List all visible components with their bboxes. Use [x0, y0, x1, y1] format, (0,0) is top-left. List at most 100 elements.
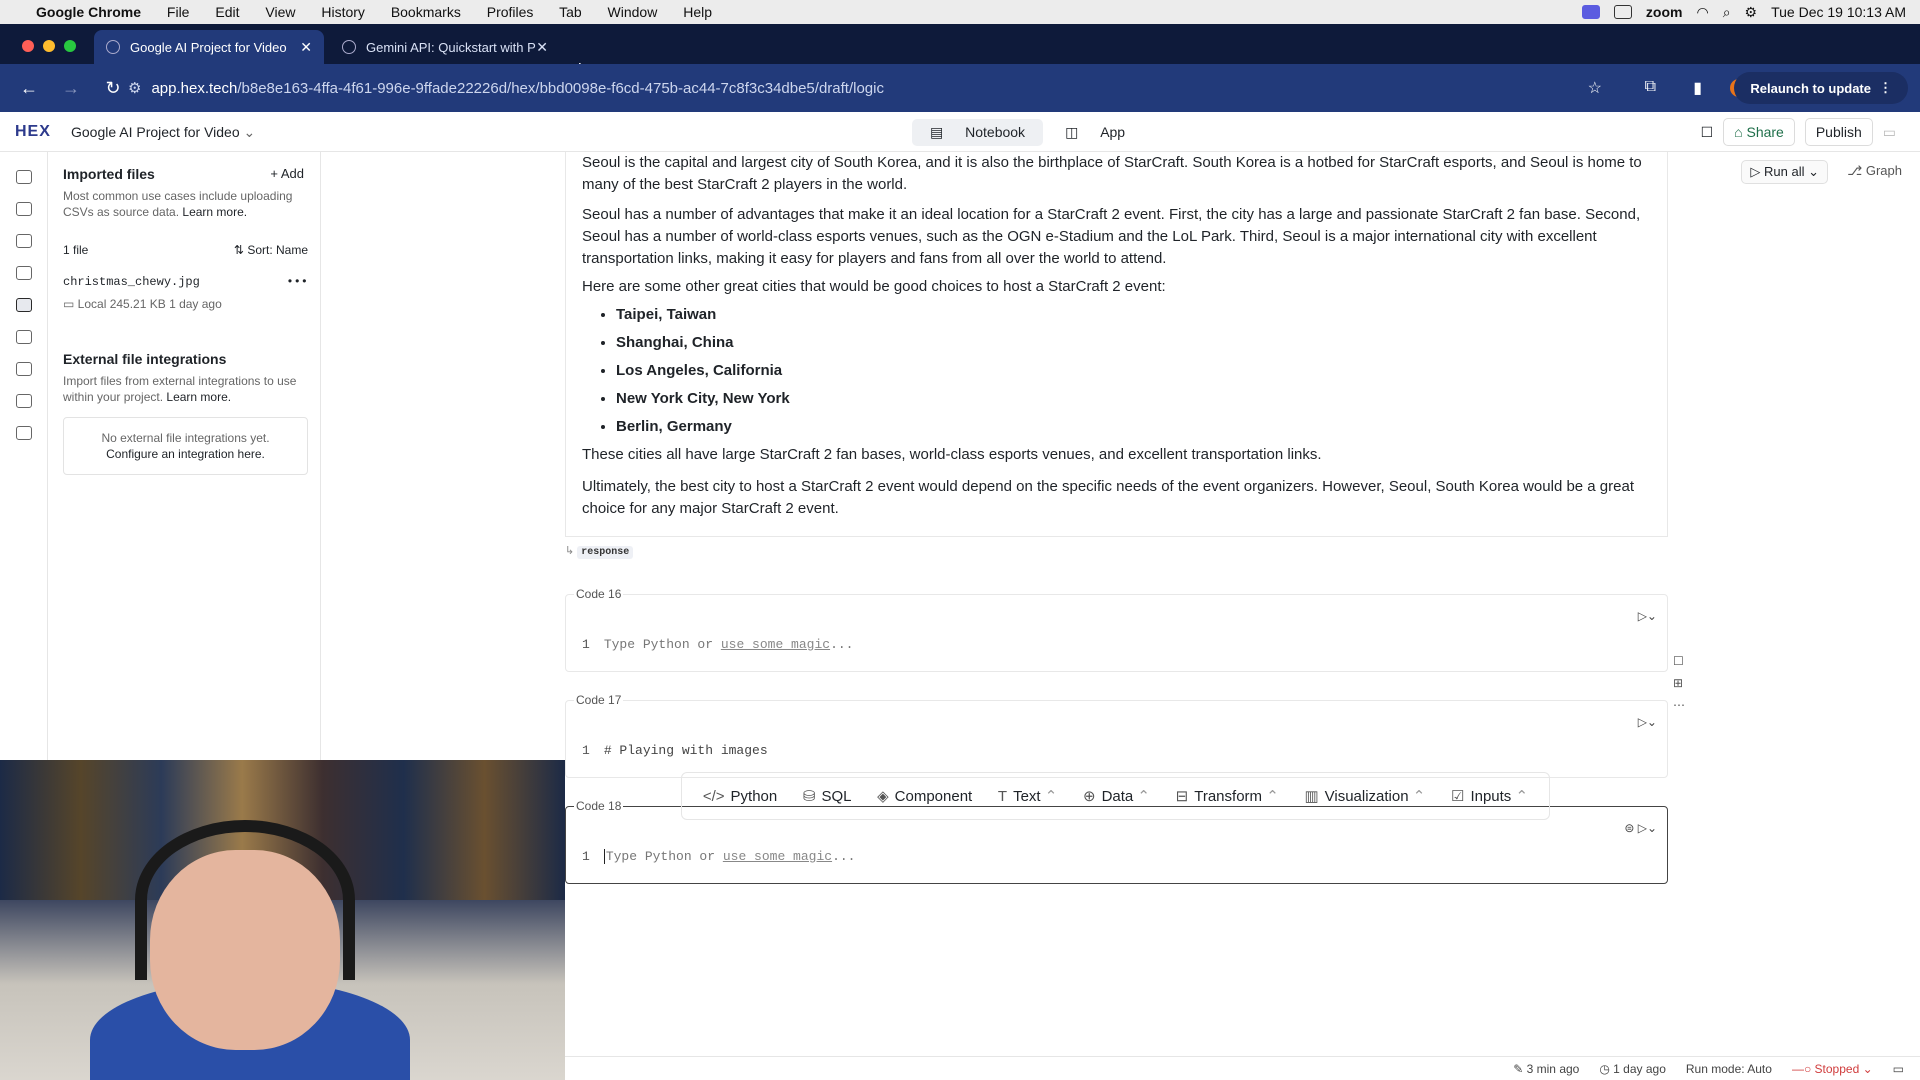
menu-bookmarks[interactable]: Bookmarks	[391, 4, 461, 20]
paragraph: Seoul is the capital and largest city of…	[582, 154, 1642, 193]
data-sources-icon[interactable]	[15, 234, 32, 248]
components-icon[interactable]	[15, 266, 32, 280]
tab-app[interactable]: ◫ App	[1047, 119, 1143, 146]
add-inputs-button[interactable]: ☑ Inputs ⌃	[1451, 787, 1528, 805]
close-tab-icon[interactable]: ✕	[300, 39, 312, 56]
menu-profiles[interactable]: Profiles	[487, 4, 534, 20]
sort-button[interactable]: ⇅ Sort: Name	[234, 243, 308, 257]
menu-history[interactable]: History	[321, 4, 365, 20]
close-tab-icon[interactable]: ✕	[536, 39, 548, 56]
run-cell-icon[interactable]: ▷⌄	[1638, 715, 1657, 729]
forward-icon[interactable]: →	[58, 78, 84, 99]
screen-share-icon[interactable]	[1581, 5, 1600, 19]
menu-app-name[interactable]: Google Chrome	[36, 4, 141, 20]
add-sql-button[interactable]: ⛁ SQL	[803, 787, 852, 805]
address-bar[interactable]: ⚙ app.hex.tech/b8e8e163-4ffa-4f61-996e-9…	[128, 72, 1620, 104]
control-center-icon[interactable]: ⚙	[1745, 4, 1758, 21]
chevron-down-icon[interactable]: ⌄	[1808, 164, 1819, 179]
wifi-icon[interactable]: ◠	[1696, 4, 1708, 21]
clock-icon: ◷	[1599, 1061, 1614, 1076]
add-component-button[interactable]: ◈ Component	[877, 787, 972, 805]
list-item: Shanghai, China	[616, 332, 1651, 354]
close-window-button[interactable]	[22, 40, 34, 52]
left-rail	[0, 152, 48, 760]
graph-button[interactable]: ⎇ Graph	[1847, 163, 1902, 179]
version-history[interactable]: ◷ 1 day ago	[1599, 1062, 1666, 1076]
external-learn-more-link[interactable]: Learn more.	[166, 390, 231, 404]
more-icon[interactable]: ⋮	[1879, 80, 1892, 96]
code-cell-16[interactable]: Code 16 ▷⌄ 1 Type Python or use some magi…	[565, 587, 1668, 672]
learn-more-link[interactable]: Learn more.	[182, 205, 247, 219]
minimize-window-button[interactable]	[43, 40, 55, 52]
back-icon[interactable]: ←	[16, 78, 42, 99]
panel-description: Most common use cases include uploading …	[63, 188, 308, 220]
zoom-status[interactable]: zoom	[1646, 4, 1683, 20]
hex-logo[interactable]: HEX	[15, 123, 51, 141]
files-icon[interactable]	[15, 298, 32, 312]
menu-window[interactable]: Window	[608, 4, 658, 20]
run-cell-icon[interactable]: ⊜ ▷⌄	[1624, 821, 1657, 835]
layout-toggle-icon[interactable]: ▭	[1893, 1062, 1904, 1076]
publish-button[interactable]: Publish	[1804, 118, 1873, 146]
file-row[interactable]: christmas_chewy.jpg •••	[63, 275, 308, 289]
configure-integration-link[interactable]: Configure an integration here.	[76, 446, 295, 462]
zoom-window-button[interactable]	[64, 40, 76, 52]
run-all-button[interactable]: ▷ Run all ⌄	[1741, 160, 1828, 184]
clock[interactable]: Tue Dec 19 10:13 AM	[1771, 4, 1906, 20]
no-integrations-text: No external file integrations yet.	[101, 431, 270, 445]
last-saved[interactable]: ✎ 3 min ago	[1513, 1062, 1579, 1076]
extensions-icon[interactable]: ⧉	[1645, 78, 1656, 96]
comment-icon[interactable]: ☐	[1673, 650, 1685, 672]
menu-file[interactable]: File	[167, 4, 190, 20]
add-transform-button[interactable]: ⊟ Transform ⌃	[1176, 787, 1279, 805]
menu-edit[interactable]: Edit	[215, 4, 239, 20]
magic-link[interactable]: use some magic	[721, 637, 830, 652]
site-info-icon[interactable]: ⚙	[128, 79, 141, 97]
add-data-button[interactable]: ⊕ Data ⌃	[1083, 787, 1150, 805]
relaunch-button[interactable]: Relaunch to update ⋮	[1734, 72, 1908, 104]
schedule-icon[interactable]	[15, 362, 32, 376]
project-name[interactable]: Google AI Project for Video ⌄	[71, 124, 255, 141]
menu-help[interactable]: Help	[683, 4, 712, 20]
environment-icon[interactable]	[15, 426, 32, 440]
history-icon[interactable]	[15, 394, 32, 408]
menu-tab[interactable]: Tab	[559, 4, 582, 20]
tab-gemini-quickstart[interactable]: Gemini API: Quickstart with P ✕	[330, 30, 560, 64]
code-line[interactable]: 1 # Playing with images	[582, 743, 768, 758]
folder-icon: ▭	[63, 297, 78, 311]
run-cell-icon[interactable]: ▷⌄	[1638, 609, 1657, 623]
outline-icon[interactable]	[15, 170, 32, 184]
comments-icon[interactable]: ☐	[1701, 124, 1714, 141]
search-icon[interactable]	[15, 202, 32, 216]
share-button[interactable]: ⌂ Share	[1723, 118, 1795, 146]
kernel-status[interactable]: —○ Stopped ⌄	[1792, 1062, 1873, 1076]
code-line[interactable]: 1 Type Python or use some magic...	[582, 637, 853, 652]
add-python-button[interactable]: </> Python	[703, 788, 777, 805]
add-file-button[interactable]: + Add	[270, 166, 304, 181]
variables-icon[interactable]	[15, 330, 32, 344]
menu-view[interactable]: View	[265, 4, 295, 20]
search-icon[interactable]: ⌕	[1723, 4, 1731, 21]
code-icon: </>	[702, 787, 725, 805]
code-cell-17[interactable]: Code 17 ▷⌄ 1 # Playing with images	[565, 693, 1668, 778]
side-panel-icon[interactable]: ▮	[1693, 78, 1702, 98]
reload-icon[interactable]: ↻	[100, 78, 126, 99]
output-variable: ↳ response	[565, 544, 634, 559]
tab-notebook[interactable]: ▤ Notebook	[912, 119, 1044, 146]
camera-icon[interactable]	[1613, 5, 1632, 19]
more-icon[interactable]: ⋯	[1673, 694, 1685, 716]
add-visualization-button[interactable]: ▥ Visualization ⌃	[1304, 787, 1425, 805]
cell-label[interactable]: Code 17	[574, 693, 624, 707]
code-line[interactable]: 1 Type Python or use some magic...	[582, 849, 855, 864]
magic-link[interactable]: use some magic	[723, 849, 832, 864]
bookmark-star-icon[interactable]: ☆	[1588, 78, 1602, 98]
cell-label[interactable]: Code 16	[574, 587, 624, 601]
cell-label[interactable]: Code 18	[574, 799, 624, 813]
layout-icon[interactable]: ⊞	[1673, 672, 1685, 694]
tab-google-ai-project[interactable]: Google AI Project for Video ✕	[94, 30, 324, 64]
file-more-icon[interactable]: •••	[286, 275, 308, 289]
add-text-button[interactable]: T Text ⌃	[998, 787, 1057, 805]
preview-icon[interactable]: ▭	[1883, 124, 1896, 141]
run-mode[interactable]: Run mode: Auto	[1686, 1062, 1772, 1076]
response-variable[interactable]: response	[577, 546, 634, 559]
